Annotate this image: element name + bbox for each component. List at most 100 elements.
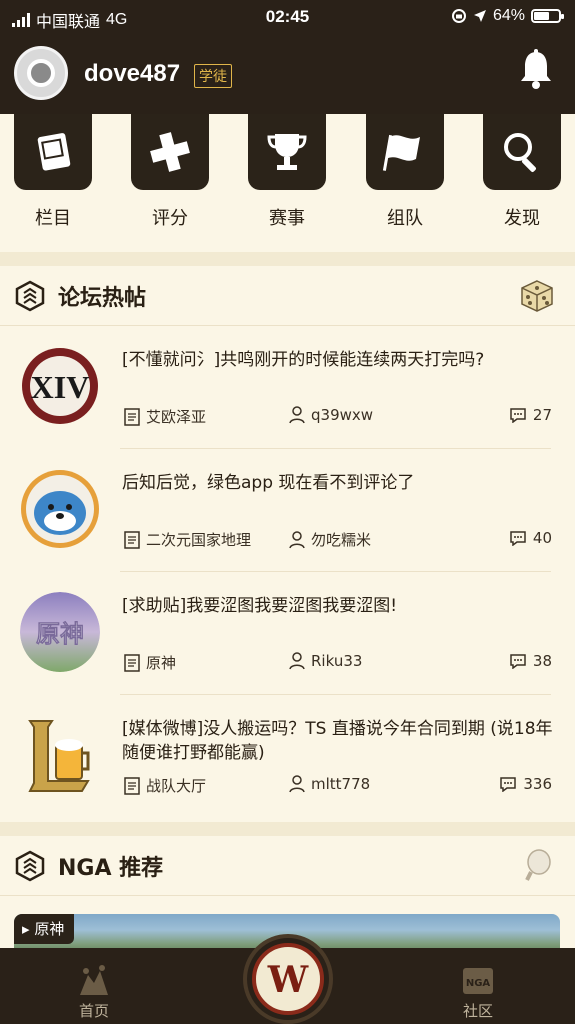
nga-emblem-icon — [15, 280, 45, 311]
dice-icon[interactable] — [519, 278, 555, 314]
nga-recommend-header: NGA 推荐 — [0, 836, 575, 896]
category-label: 赛事 — [269, 208, 305, 229]
author-name: 勿吃糯米 — [311, 531, 372, 549]
post-board[interactable]: 艾欧泽亚 — [124, 406, 206, 427]
banner-tag: ▸ 原神 — [14, 914, 75, 944]
board-name: 艾欧泽亚 — [146, 408, 207, 426]
category-team[interactable]: 组队 — [366, 114, 444, 230]
user-icon — [289, 652, 305, 670]
svg-text:原神: 原神 — [36, 619, 84, 648]
board-name: 战队大厅 — [146, 777, 207, 795]
ffxiv-logo: XIV — [20, 346, 100, 426]
post-author[interactable]: mltt778 — [289, 775, 370, 793]
lol-beer-logo — [20, 715, 100, 795]
battery-percent: 64% — [492, 7, 525, 24]
document-icon — [124, 653, 140, 672]
screen-lock-icon — [451, 9, 466, 23]
home-paw-icon — [54, 964, 134, 1000]
post-replies: 40 — [509, 529, 552, 547]
category-label: 栏目 — [35, 208, 71, 229]
reply-count: 40 — [532, 529, 552, 547]
reply-count: 38 — [532, 652, 552, 670]
nga-icon-text: NGA — [466, 978, 491, 989]
post-author[interactable]: 勿吃糯米 — [289, 529, 371, 550]
post-board[interactable]: 原神 — [124, 652, 176, 673]
post-replies: 336 — [499, 775, 552, 793]
board-name: 原神 — [146, 654, 177, 672]
user-icon — [289, 775, 305, 793]
post-title: [媒体微博]没人搬运吗？TS 直播说今年合同到期 (说18年随便谁打野都能赢) — [122, 719, 553, 763]
document-icon — [124, 530, 140, 549]
comment-icon — [500, 777, 517, 792]
notification-bell-icon[interactable] — [519, 48, 553, 94]
reply-count: 336 — [523, 775, 552, 793]
section-gap — [0, 252, 575, 266]
forum-hot-header: 论坛热帖 — [0, 266, 575, 326]
banner-tag-label: 原神 — [34, 920, 65, 938]
post-item[interactable]: 原神 [求助贴]我要涩图我要涩图我要涩图! 原神 Riku33 38 — [0, 572, 575, 695]
lightbulb-icon[interactable] — [523, 848, 553, 884]
post-meta: 战队大厅 mltt778 336 — [124, 775, 552, 797]
nga-emblem-icon — [15, 850, 45, 881]
location-icon — [473, 10, 486, 22]
nga-community-icon: NGA — [438, 964, 518, 1000]
board-name: 二次元国家地理 — [146, 531, 252, 549]
post-title: [求助贴]我要涩图我要涩图我要涩图! — [122, 596, 398, 616]
document-icon — [124, 776, 140, 795]
post-item[interactable]: [媒体微博]没人搬运吗？TS 直播说今年合同到期 (说18年随便谁打野都能赢) … — [0, 695, 575, 818]
status-bar: 中国联通 4G 02:45 64% — [0, 0, 575, 34]
tab-home[interactable]: 首页 — [54, 964, 134, 1021]
center-w-button[interactable]: W — [243, 934, 333, 1024]
post-replies: 38 — [509, 652, 552, 670]
avatar[interactable] — [14, 46, 68, 100]
battery-fill — [534, 12, 550, 20]
trophy-icon — [248, 114, 326, 190]
post-replies: 27 — [509, 406, 552, 424]
category-discover[interactable]: 发现 — [483, 114, 561, 230]
genshin-logo: 原神 — [20, 592, 100, 672]
flag-icon — [366, 114, 444, 190]
reply-count: 27 — [532, 406, 552, 424]
post-author[interactable]: Riku33 — [289, 652, 362, 670]
post-meta: 原神 Riku33 38 — [124, 652, 552, 674]
author-name: mltt778 — [311, 775, 371, 793]
document-icon — [124, 407, 140, 426]
user-level-badge: 学徒 — [194, 64, 232, 88]
user-icon — [289, 530, 305, 548]
category-bar: 栏目 评分 赛事 组队 发现 — [0, 114, 575, 252]
w-emblem-icon: W — [252, 943, 324, 1015]
tab-home-label: 首页 — [78, 1002, 109, 1020]
battery-icon — [531, 9, 564, 23]
comment-icon — [510, 531, 526, 546]
post-item[interactable]: 后知后觉，绿色app 现在看不到评论了 二次元国家地理 勿吃糯米 40 — [0, 449, 575, 572]
post-board[interactable]: 战队大厅 — [124, 775, 206, 796]
user-icon — [289, 406, 305, 424]
blue-cat-avatar — [20, 469, 100, 549]
section-title: NGA 推荐 — [58, 855, 164, 881]
center-letter: W — [267, 959, 309, 1001]
tab-community[interactable]: NGA 社区 — [438, 964, 518, 1021]
category-columns[interactable]: 栏目 — [14, 114, 92, 230]
post-item[interactable]: XIV [不懂就问氵]共鸣刚开的时候能连续两天打完吗? 艾欧泽亚 q39wxw … — [0, 326, 575, 449]
section-gap — [0, 822, 575, 836]
category-events[interactable]: 赛事 — [248, 114, 326, 230]
username[interactable]: dove487 — [84, 60, 180, 88]
svg-text:XIV: XIV — [31, 369, 90, 405]
book-icon — [14, 114, 92, 190]
post-author[interactable]: q39wxw — [289, 406, 373, 424]
status-right: 64% — [451, 7, 564, 25]
post-title: 后知后觉，绿色app 现在看不到评论了 — [122, 473, 415, 493]
section-title: 论坛热帖 — [58, 285, 147, 311]
magnifier-icon — [483, 114, 561, 190]
category-label: 评分 — [152, 208, 188, 229]
author-name: Riku33 — [311, 652, 363, 670]
author-name: q39wxw — [311, 406, 374, 424]
forum-hot-section: 论坛热帖 XIV [不懂就问氵]共鸣刚开的时候能连续两天打完吗? 艾欧泽亚 q3… — [0, 266, 575, 822]
tab-community-label: 社区 — [462, 1002, 493, 1020]
gamepad-icon — [131, 114, 209, 190]
category-label: 组队 — [387, 208, 423, 229]
category-rating[interactable]: 评分 — [131, 114, 209, 230]
post-board[interactable]: 二次元国家地理 — [124, 529, 251, 550]
category-label: 发现 — [504, 208, 540, 229]
comment-icon — [510, 408, 526, 423]
